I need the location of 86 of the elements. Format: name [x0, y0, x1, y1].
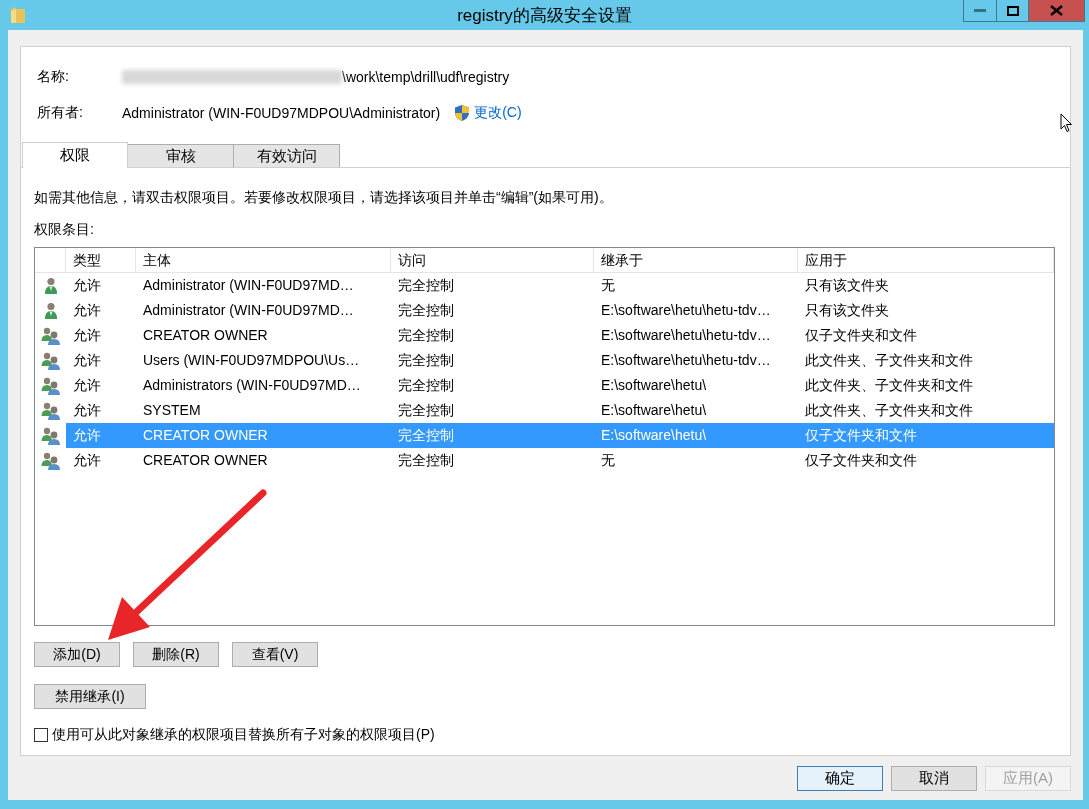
table-cell-text: 无 — [600, 451, 616, 470]
table-cell-text: 允许 — [72, 276, 102, 295]
table-cell-text: 允许 — [72, 351, 102, 370]
close-button[interactable] — [1029, 0, 1085, 22]
checkbox-label: 使用可从此对象继承的权限项目替换所有子对象的权限项目(P) — [52, 726, 435, 744]
group-icon — [40, 376, 61, 395]
window-title: registry的高级安全设置 — [457, 6, 632, 25]
table-cell-text: 完全控制 — [397, 326, 455, 345]
table-cell-text: E:\software\hetu\hetu-tdv… — [600, 326, 772, 345]
table-cell-text: 此文件夹、子文件夹和文件 — [804, 376, 974, 395]
table-cell-text: E:\software\hetu\hetu-tdv… — [600, 301, 772, 320]
table-cell-text: 完全控制 — [397, 401, 455, 420]
dialog-button[interactable]: 确定 — [797, 766, 883, 791]
table-cell-text: 允许 — [72, 326, 102, 345]
maximize-button[interactable] — [997, 0, 1029, 22]
name-value: \work\temp\drill\udf\registry — [342, 69, 510, 85]
table-cell-text: 完全控制 — [397, 301, 455, 320]
column-header[interactable]: 访问 — [391, 248, 594, 272]
entry-button[interactable]: 添加(D) — [34, 642, 120, 667]
table-cell-text: Users (WIN-F0UD97MDPOU\Us… — [142, 351, 361, 370]
table-cell-text: 只有该文件夹 — [804, 276, 890, 295]
table-cell-text: 仅子文件夹和文件 — [804, 426, 918, 445]
table-cell-text: Administrator (WIN-F0UD97MD… — [142, 276, 355, 295]
table-cell-text: Administrators (WIN-F0UD97MD… — [142, 376, 362, 395]
change-link[interactable]: 更改(C) — [474, 104, 522, 122]
close-icon — [1050, 5, 1063, 16]
table-row[interactable]: 允许 Administrator (WIN-F0UD97MD… 完全控制 E:\software\hetu\hetu-tdv… 只有该文件夹 — [66, 298, 1054, 323]
dialog-button[interactable]: 取消 — [891, 766, 977, 791]
table-cell-text: 无 — [600, 276, 616, 295]
table-cell-text: 允许 — [72, 426, 102, 445]
table-cell-text: 允许 — [72, 401, 102, 420]
table-cell-text: E:\software\hetu\ — [600, 376, 708, 395]
maximize-icon — [1006, 5, 1019, 16]
table-row[interactable]: 允许 Administrators (WIN-F0UD97MD… 完全控制 E:\software\hetu\ 此文件夹、子文件夹和文件 — [66, 373, 1054, 398]
column-header[interactable]: 类型 — [66, 248, 136, 272]
owner-label: 所有者: — [37, 104, 84, 122]
table-cell-text: 允许 — [72, 301, 102, 320]
minimize-icon — [974, 8, 986, 13]
info-text: 如需其他信息，请双击权限项目。若要修改权限项目，请选择该项目并单击“编辑”(如果可用)。 — [34, 188, 614, 207]
table-cell-text: 完全控制 — [397, 376, 455, 395]
entries-label: 权限条目: — [34, 220, 95, 239]
table-row[interactable]: 允许 Administrator (WIN-F0UD97MD… 完全控制 无 只有该文件夹 — [66, 273, 1054, 298]
column-header[interactable]: 继承于 — [594, 248, 798, 272]
column-header[interactable]: 应用于 — [798, 248, 1054, 272]
checkbox[interactable] — [34, 728, 48, 742]
entry-button[interactable]: 查看(V) — [232, 642, 318, 667]
tab[interactable]: 有效访问 — [234, 144, 340, 167]
group-icon — [40, 326, 61, 345]
table-cell-text: E:\software\hetu\ — [600, 401, 708, 420]
entry-button[interactable]: 删除(R) — [133, 642, 219, 667]
group-icon — [40, 426, 61, 445]
column-header[interactable]: 主体 — [136, 248, 391, 272]
table-cell-text: 仅子文件夹和文件 — [804, 326, 918, 345]
user-icon — [43, 276, 58, 295]
table-cell-text: Administrator (WIN-F0UD97MD… — [142, 301, 355, 320]
table-row[interactable]: 允许 SYSTEM 完全控制 E:\software\hetu\ 此文件夹、子文件夹和文件 — [66, 398, 1054, 423]
table-cell-text: 仅子文件夹和文件 — [804, 451, 918, 470]
owner-value: Administrator (WIN-F0UD97MDPOU\Administrator) — [122, 105, 441, 121]
table-cell-text: E:\software\hetu\ — [600, 426, 708, 445]
table-cell-text: SYSTEM — [142, 401, 202, 420]
user-icon — [43, 301, 58, 320]
table-cell-text: E:\software\hetu\hetu-tdv… — [600, 351, 772, 370]
disable-inheritance-button[interactable]: 禁用继承(I) — [34, 684, 146, 709]
table-cell-text: 完全控制 — [397, 451, 455, 470]
table-cell-text: 此文件夹、子文件夹和文件 — [804, 351, 974, 370]
table-cell-text: 完全控制 — [397, 351, 455, 370]
table-cell-text: 允许 — [72, 451, 102, 470]
table-row[interactable]: 允许 Users (WIN-F0UD97MDPOU\Us… 完全控制 E:\software\hetu\hetu-tdv… 此文件夹、子文件夹和文件 — [66, 348, 1054, 373]
table-cell-text: 完全控制 — [397, 276, 455, 295]
table-cell-text: CREATOR OWNER — [142, 426, 269, 445]
group-icon — [40, 351, 61, 370]
table-cell-text: 此文件夹、子文件夹和文件 — [804, 401, 974, 420]
table-cell-text: CREATOR OWNER — [142, 326, 269, 345]
table-row[interactable]: 允许 CREATOR OWNER 完全控制 E:\software\hetu\hetu-tdv… 仅子文件夹和文件 — [66, 323, 1054, 348]
shield-icon — [454, 104, 471, 122]
tab[interactable]: 权限 — [22, 142, 128, 168]
table-cell-text: 完全控制 — [397, 426, 455, 445]
name-label: 名称: — [37, 68, 70, 86]
table-cell-text: 只有该文件夹 — [804, 301, 890, 320]
tab[interactable]: 审核 — [128, 144, 234, 167]
folder-icon — [10, 6, 26, 24]
table-cell-text: CREATOR OWNER — [142, 451, 269, 470]
table-row[interactable]: 允许 CREATOR OWNER 完全控制 无 仅子文件夹和文件 — [66, 448, 1054, 473]
group-icon — [40, 401, 61, 420]
table-cell-text: 允许 — [72, 376, 102, 395]
group-icon — [40, 451, 61, 470]
